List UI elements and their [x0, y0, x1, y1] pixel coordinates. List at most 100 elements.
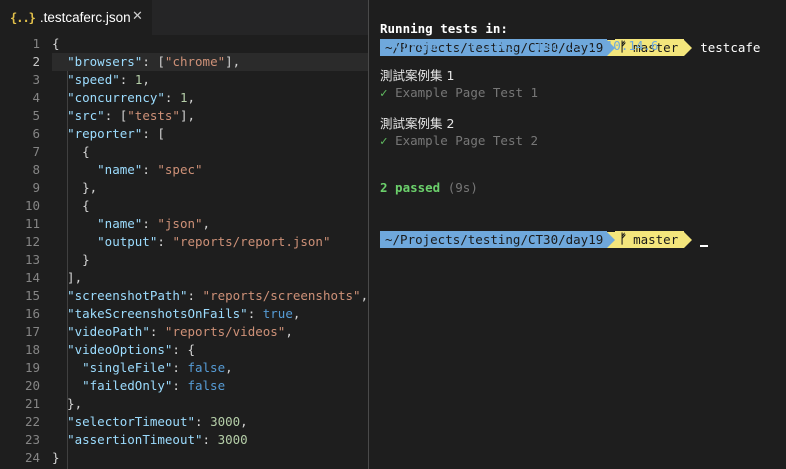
code-token: {: [52, 144, 90, 159]
code-line[interactable]: 12 "output": "reports/report.json": [0, 233, 368, 251]
code-token: "output": [97, 234, 158, 249]
code-token: ,: [225, 360, 233, 375]
code-line[interactable]: 20 "failedOnly": false: [0, 377, 368, 395]
code-line[interactable]: 18 "videoOptions": {: [0, 341, 368, 359]
code-token: :: [119, 72, 135, 87]
line-number: 10: [24, 198, 40, 213]
code-line[interactable]: 14 ],: [0, 269, 368, 287]
close-icon[interactable]: ✕: [132, 9, 143, 25]
line-content: }: [52, 449, 368, 467]
code-line[interactable]: 11 "name": "json",: [0, 215, 368, 233]
code-token: : [: [104, 108, 128, 123]
code-line[interactable]: 3 "speed": 1,: [0, 71, 368, 89]
code-area[interactable]: 1{2 "browsers": ["chrome"], 3 "speed": 1,…: [0, 35, 368, 469]
code-token: :: [142, 54, 158, 69]
line-number: 13: [24, 252, 40, 267]
line-number: 22: [24, 414, 40, 429]
code-token: :: [172, 360, 188, 375]
code-token: 3000: [217, 432, 248, 447]
code-line[interactable]: 7 {: [0, 143, 368, 161]
fixture-title: 測試案例集 1: [380, 68, 455, 83]
passed-count: 2 passed: [380, 180, 441, 195]
code-token: [: [157, 54, 165, 69]
terminal-cursor: [700, 244, 709, 247]
powerline-separator: [684, 39, 693, 56]
code-token: "videoPath": [67, 324, 150, 339]
prompt-branch: ᚠ master: [615, 231, 685, 248]
code-token: true: [262, 306, 293, 321]
code-line[interactable]: 23 "assertionTimeout": 3000: [0, 431, 368, 449]
line-number: 19: [24, 360, 40, 375]
code-token: : {: [172, 342, 195, 357]
code-token: ],: [179, 108, 196, 123]
line-number: 6: [32, 126, 40, 141]
git-branch-icon: ᚠ: [619, 232, 628, 247]
test-result: ✓ Example Page Test 2: [380, 133, 539, 148]
tab-title: .testcaferc.json: [39, 10, 131, 25]
code-line[interactable]: 19 "singleFile": false,: [0, 359, 368, 377]
code-line[interactable]: 24}: [0, 449, 368, 467]
code-token: "name": [97, 162, 143, 177]
code-token: "name": [97, 216, 143, 231]
line-content: "videoOptions": {: [52, 341, 368, 359]
code-token: :: [187, 288, 203, 303]
code-token: ,: [240, 414, 248, 429]
code-token: }: [52, 252, 90, 267]
line-number: 12: [24, 234, 40, 249]
code-token: },: [52, 396, 83, 411]
line-number: 18: [24, 342, 40, 357]
tab-testcaferc-json[interactable]: {..} .testcaferc.json ✕: [0, 0, 152, 35]
code-line[interactable]: 13 }: [0, 251, 368, 269]
line-content: }: [52, 251, 368, 269]
terminal-panel[interactable]: ~/Projects/testing/CT30/day19 ᚠ master t…: [369, 0, 786, 469]
check-icon: ✓: [380, 85, 388, 100]
code-line[interactable]: 22 "selectorTimeout": 3000,: [0, 413, 368, 431]
line-content: },: [52, 179, 368, 197]
duration: (9s): [447, 180, 478, 195]
code-line[interactable]: 5 "src": ["tests"],: [0, 107, 368, 125]
code-editor[interactable]: {..} .testcaferc.json ✕ 1{2 "browsers": …: [0, 0, 368, 469]
code-line[interactable]: 1{: [0, 35, 368, 53]
line-content: "singleFile": false,: [52, 359, 368, 377]
line-content: "assertionTimeout": 3000: [52, 431, 368, 449]
code-line[interactable]: 8 "name": "spec": [0, 161, 368, 179]
branch-name: master: [633, 232, 679, 247]
code-line[interactable]: 10 {: [0, 197, 368, 215]
code-token: ,: [202, 216, 211, 231]
code-token: {: [52, 198, 90, 213]
test-result: ✓ Example Page Test 1: [380, 85, 539, 100]
code-token: "browsers": [67, 54, 143, 69]
code-line[interactable]: 16 "takeScreenshotsOnFails": true,: [0, 305, 368, 323]
line-number: 15: [24, 288, 40, 303]
code-token: "chrome": [164, 54, 226, 69]
browser-line: - Chrome 77.0.3865 / Mac OS X 10.14.6: [380, 38, 659, 53]
code-token: :: [142, 162, 158, 177]
line-content: "output": "reports/report.json": [52, 233, 368, 251]
editor-tab-bar: {..} .testcaferc.json ✕: [0, 0, 368, 35]
code-token: false: [187, 378, 226, 393]
code-line[interactable]: 21 },: [0, 395, 368, 413]
prompt-path: ~/Projects/testing/CT30/day19: [380, 231, 608, 248]
code-token: "src": [67, 108, 105, 123]
code-token: :: [157, 234, 173, 249]
code-token: :: [172, 378, 188, 393]
code-token: {: [52, 36, 60, 51]
code-line[interactable]: 9 },: [0, 179, 368, 197]
line-content: {: [52, 197, 368, 215]
code-token: 3000: [210, 414, 241, 429]
line-number: 5: [32, 108, 40, 123]
powerline-separator: [684, 231, 693, 248]
line-content: "browsers": ["chrome"],: [52, 53, 368, 71]
code-line[interactable]: 17 "videoPath": "reports/videos",: [0, 323, 368, 341]
json-file-icon: {..}: [10, 10, 36, 25]
code-line[interactable]: 6 "reporter": [: [0, 125, 368, 143]
code-line[interactable]: 2 "browsers": ["chrome"],: [0, 53, 368, 71]
line-content: "speed": 1,: [52, 71, 368, 89]
code-token: "reporter": [67, 126, 143, 141]
code-line[interactable]: 4 "concurrency": 1,: [0, 89, 368, 107]
code-line[interactable]: 15 "screenshotPath": "reports/screenshot…: [0, 287, 368, 305]
